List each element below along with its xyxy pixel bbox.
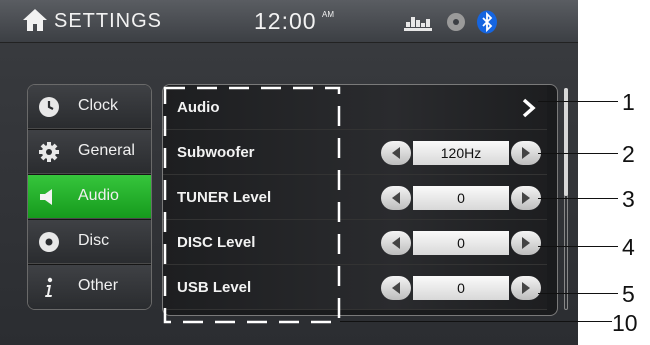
callout-line bbox=[538, 293, 618, 294]
callout-label: 1 bbox=[622, 89, 635, 115]
callout-line bbox=[538, 198, 618, 199]
callout-label: 2 bbox=[622, 141, 635, 167]
callout-label: 10 bbox=[612, 310, 638, 336]
callout-label: 3 bbox=[622, 186, 635, 212]
callout-label: 4 bbox=[622, 234, 635, 260]
head-unit-screen: SETTINGS 12:00 AM Clock General Audio Di… bbox=[0, 0, 578, 345]
callout-line bbox=[538, 246, 618, 247]
callout-line bbox=[538, 153, 618, 154]
callout-line bbox=[538, 101, 618, 102]
callout-label: 5 bbox=[622, 281, 635, 307]
dashed-highlight-box bbox=[163, 86, 341, 324]
callout-line bbox=[340, 321, 612, 322]
